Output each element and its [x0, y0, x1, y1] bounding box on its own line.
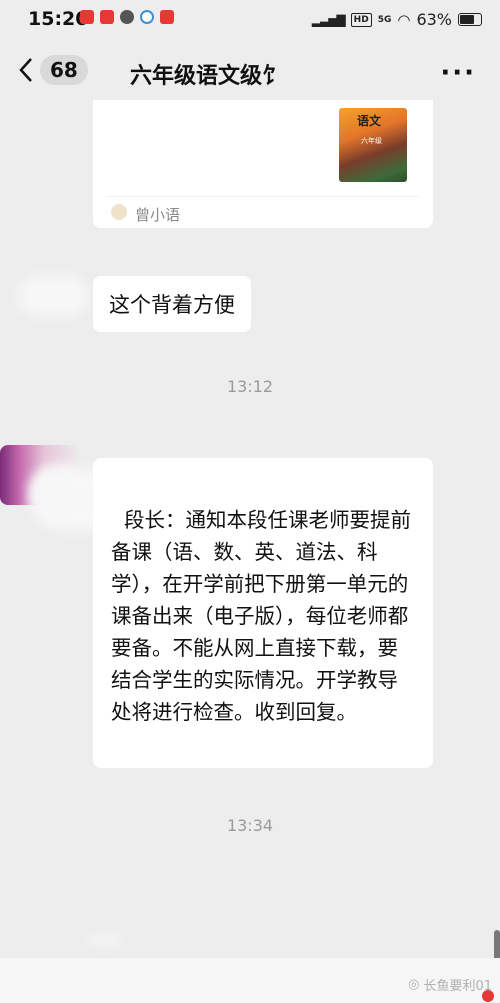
signal-bars-icon: ▂▃▅▇ — [311, 12, 346, 27]
back-button[interactable]: 68 — [18, 55, 88, 85]
app-notification-icon — [100, 10, 114, 24]
chat-title: 六年级语文级饣 — [130, 64, 285, 89]
cover-title: 语文 — [357, 114, 382, 128]
redaction-patch — [90, 935, 120, 945]
cover-grade: 六年级 — [361, 137, 382, 145]
source-icon — [111, 204, 127, 220]
more-options-button[interactable]: ··· — [440, 58, 476, 88]
watermark-logo-icon: ◎ — [408, 977, 420, 992]
signal-5g-icon: 5G — [377, 14, 392, 25]
battery-icon — [458, 13, 482, 26]
chevron-left-icon — [19, 58, 32, 82]
status-right: ▂▃▅▇ HD 5G ◠ 63% — [312, 10, 482, 29]
unread-count-badge: 68 — [40, 55, 88, 85]
notification-icons — [80, 10, 174, 24]
watermark: ◎ 长鱼要利01 — [408, 975, 492, 994]
card-source: 曾小语 — [135, 206, 181, 224]
chat-bubble-icon — [120, 10, 134, 24]
app-notification-icon — [80, 10, 94, 24]
chat-bubble-icon — [140, 10, 154, 24]
battery-percent: 63% — [416, 10, 452, 29]
shared-card[interactable]: 语文 六年级 曾小语 — [93, 100, 433, 228]
wifi-icon: ◠ — [397, 10, 411, 29]
message-bubble[interactable]: 这个背着方便 — [93, 276, 251, 332]
avatar[interactable] — [18, 276, 88, 332]
message-bubble[interactable]: 段长：通知本段任课老师要提前备课（语、数、英、道法、科学），在开学前把下册第一单… — [93, 458, 433, 768]
message-timestamp: 13:12 — [226, 377, 274, 396]
status-bar: 15:20 ▂▃▅▇ HD 5G ◠ 63% — [0, 0, 500, 40]
app-notification-icon — [160, 10, 174, 24]
divider — [107, 196, 419, 197]
hd-icon: HD — [350, 12, 372, 27]
message-timestamp: 13:34 — [226, 816, 274, 835]
message-text: 段长：通知本段任课老师要提前备课（语、数、英、道法、科学），在开学前把下册第一单… — [111, 508, 412, 724]
message-text: 这个背着方便 — [109, 293, 235, 317]
notification-dot — [482, 990, 494, 1002]
chat-header: 68 六年级语文级饣 ··· — [0, 40, 500, 106]
watermark-text: 长鱼要利01 — [423, 979, 492, 994]
book-cover-thumbnail: 语文 六年级 — [339, 108, 407, 182]
